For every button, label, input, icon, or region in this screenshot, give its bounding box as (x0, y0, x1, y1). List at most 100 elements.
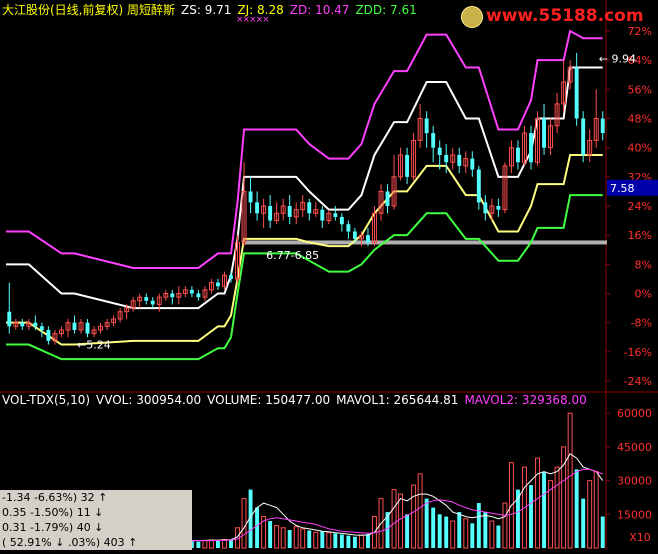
volume-indicator-name: VOL-TDX(5,10) (2, 393, 91, 407)
y-tick-label: 40% (628, 142, 652, 155)
vol-y-tick-label: 15000 (617, 508, 652, 521)
volume-bar (216, 540, 220, 548)
candle-body (196, 293, 201, 298)
volume-bar (587, 480, 593, 549)
volume-bar (483, 512, 488, 548)
volume-bar (268, 521, 273, 548)
candle-body (307, 202, 312, 214)
price-annotation: ←5.24 (77, 339, 111, 352)
volume-bar (450, 520, 456, 549)
price-annotation: 6.77-6.85 (266, 249, 319, 262)
candle-body (46, 329, 51, 341)
volume-bar (476, 503, 481, 548)
candle-body (170, 293, 175, 298)
kline-chart: 72%64%56%48%40%32%24%16%8%0%-8%-16%-24%←… (0, 0, 658, 550)
watermark: www.55188.com (486, 6, 644, 26)
info-row-2: 0.35 -1.50%) 11 ↓ (2, 506, 104, 519)
volume-bar (352, 536, 357, 548)
support-band (245, 240, 607, 245)
candle-body (574, 67, 579, 119)
volume-bar (366, 534, 370, 548)
volume-bar (444, 516, 449, 548)
candle-body (444, 154, 449, 163)
volume-bar (542, 471, 546, 548)
volume-bar (529, 485, 533, 548)
vvol-value: VVOL: 300954.00 (96, 393, 202, 407)
candle-body (333, 213, 338, 217)
price-header: 大江股份(日线,前复权) 周短醉斯 ZS: 9.71 ZJ: 8.28 ZD: 10.… (2, 1, 423, 18)
volume-bar (600, 516, 605, 548)
volume-bar (391, 489, 397, 549)
candle-body (189, 289, 194, 294)
y-tick-label: 48% (628, 113, 652, 126)
candle-body (85, 322, 90, 334)
candle-body (144, 297, 149, 301)
zdd-value: ZDD: 7.61 (355, 3, 417, 17)
watermark-logo-icon (461, 6, 483, 28)
volume-bar (411, 484, 417, 549)
candle-body (424, 118, 429, 134)
volume-bar (307, 530, 312, 548)
candle-body (542, 118, 546, 148)
candle-body (385, 191, 390, 206)
watermark-text: www.55188.com (486, 6, 644, 26)
volume-bar (293, 526, 299, 549)
volume-header: VOL-TDX(5,10) VVOL: 300954.00 VOLUME: 1504… (2, 393, 593, 407)
info-row-4: ( 52.91% ↓ .03%) 403 ↑ (2, 536, 138, 549)
candle-body (248, 191, 253, 203)
candle-body (287, 206, 292, 217)
info-row-3: 0.31 -1.79%) 40 ↓ (2, 521, 104, 534)
candle-body (72, 322, 77, 330)
volume-bar (339, 534, 344, 548)
y-tick-label: 72% (628, 25, 652, 38)
volume-bar (489, 520, 495, 549)
candle-body (339, 216, 344, 225)
candle-body (20, 322, 25, 327)
y-tick-label: 56% (628, 83, 652, 96)
candle-body (150, 300, 155, 305)
volume-bar (502, 502, 508, 549)
candle-body (229, 275, 233, 279)
volume-value: VOLUME: 150477.00 (207, 393, 331, 407)
vol-multiplier-label: X10 (629, 531, 651, 544)
volume-bar (417, 473, 423, 549)
volume-bar (457, 512, 462, 548)
volume-bar (280, 527, 286, 549)
volume-bar (241, 498, 247, 549)
volume-bar (554, 466, 560, 549)
zs-value: ZS: 9.71 (181, 3, 232, 17)
volume-bar (535, 457, 540, 549)
zd-value: ZD: 10.47 (289, 3, 350, 17)
candle-body (457, 154, 462, 166)
candle-body (366, 235, 370, 243)
signal-marks: ××××× (236, 15, 270, 25)
candle-body (346, 224, 351, 232)
candle-body (33, 322, 38, 327)
price-annotation: ← 9.94 (599, 52, 636, 65)
volume-bar (313, 531, 319, 549)
mavol2-value: MAVOL2: 329368.00 (464, 393, 587, 407)
candle-body (470, 158, 475, 170)
volume-bar (574, 469, 579, 548)
candle-body (516, 147, 520, 163)
volume-bar (229, 539, 233, 548)
stock-title: 大江股份(日线,前复权) 周短醉斯 (2, 3, 175, 17)
candle-body (405, 154, 410, 177)
candle-body (431, 133, 436, 148)
y-tick-label: 16% (628, 229, 652, 242)
vol-y-tick-label: 60000 (617, 407, 652, 420)
mavol1-value: MAVOL1: 265644.81 (336, 393, 459, 407)
volume-bar (320, 531, 325, 548)
current-price-label: 7.58 (610, 182, 635, 195)
volume-bar (255, 507, 260, 548)
candle-body (496, 206, 501, 210)
volume-bar (300, 528, 306, 549)
candle-body (255, 202, 260, 214)
y-tick-label: -16% (624, 346, 652, 359)
volume-bar (202, 540, 208, 549)
info-popup: -1.34 -6.63%) 32 ↑ 0.35 -1.50%) 11 ↓ 0.3… (0, 490, 192, 550)
chart-stage: 72% 64% 56% 48% 40% 32% 24% 16% 8% 0% -8% -16% -24% ←… (0, 0, 658, 550)
volume-bar (274, 525, 280, 549)
candle-body (581, 118, 586, 155)
y-tick-label: 8% (635, 258, 652, 271)
